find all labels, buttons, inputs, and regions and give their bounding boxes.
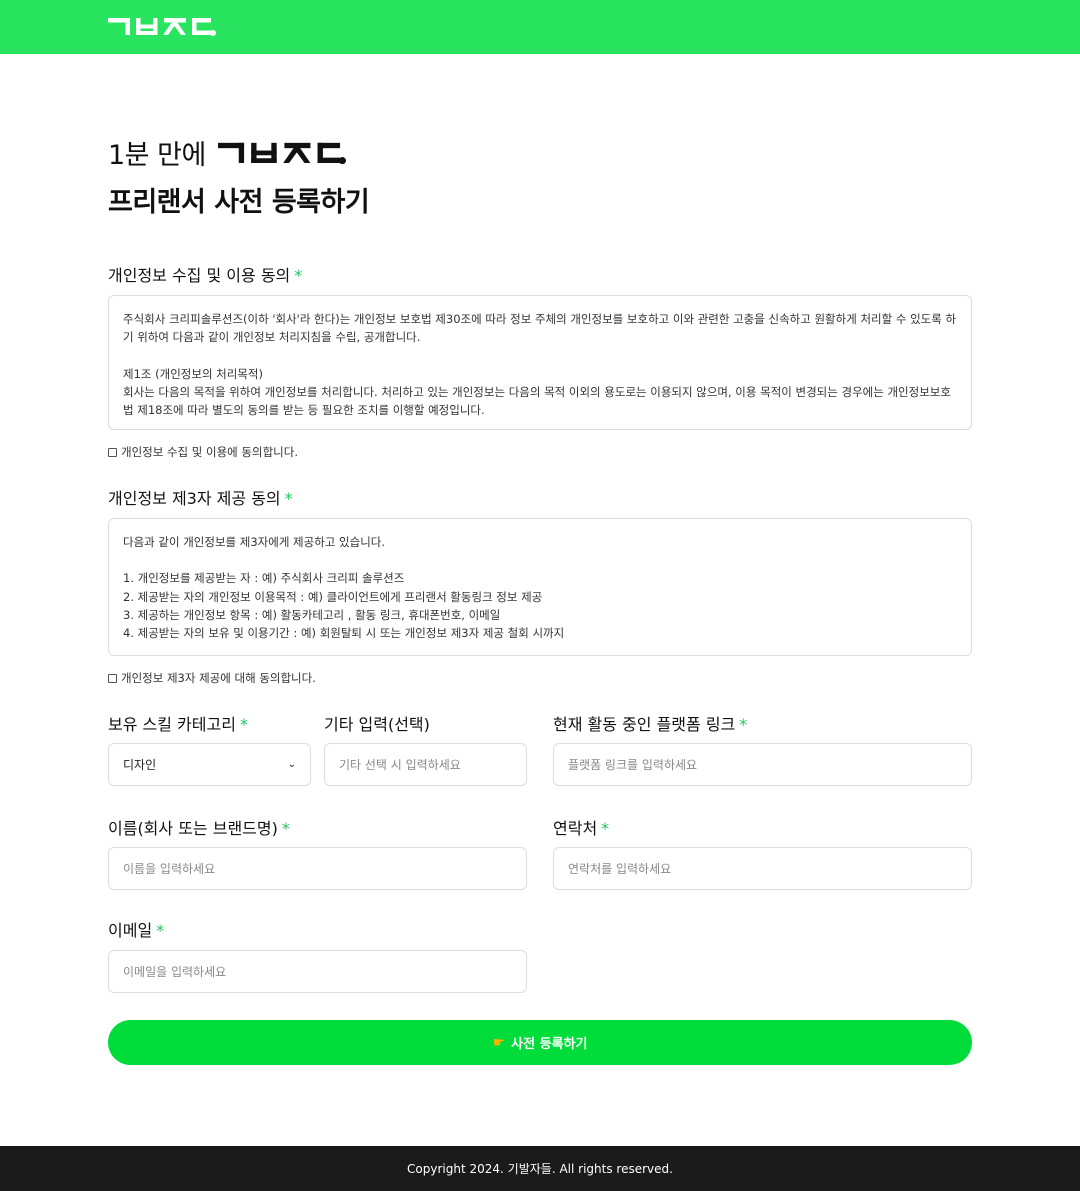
- other-input-label-text: 기타 입력(선택): [324, 715, 430, 734]
- pre-register-button-label: 사전 등록하기: [511, 1037, 588, 1052]
- privacy-policy-text[interactable]: 주식회사 크리피솔루션즈(이하 '회사'라 한다)는 개인정보 보호법 제30조…: [108, 295, 972, 430]
- third-party-consent-checkbox-row[interactable]: 개인정보 제3자 제공에 대해 동의합니다.: [108, 670, 316, 686]
- copyright-text: Copyright 2024. 기발자들. All rights reserve…: [407, 1162, 673, 1176]
- skill-category-select[interactable]: 디자인 ⌄: [108, 743, 311, 786]
- third-party-policy-text[interactable]: 다음과 같이 개인정보를 제3자에게 제공하고 있습니다. 1. 개인정보를 제…: [108, 518, 972, 656]
- privacy-consent-title: 개인정보 수집 및 이용 동의 *: [108, 262, 302, 286]
- platform-link-field[interactable]: 플랫폼 링크를 입력하세요: [553, 743, 972, 786]
- contact-label: 연락처 *: [553, 815, 609, 839]
- privacy-consent-title-text: 개인정보 수집 및 이용 동의: [108, 266, 291, 285]
- skill-category-selected: 디자인: [123, 758, 157, 772]
- headline-line1: 1분 만에: [108, 134, 972, 171]
- platform-link-label-text: 현재 활동 중인 플랫폼 링크: [553, 715, 736, 734]
- third-party-consent-checkbox-label[interactable]: 개인정보 제3자 제공에 대해 동의합니다.: [121, 670, 316, 686]
- other-input-field[interactable]: 기타 선택 시 입력하세요: [324, 743, 527, 786]
- top-bar: [0, 0, 1080, 54]
- skill-category-label-text: 보유 스킬 카테고리: [108, 715, 236, 734]
- required-mark: *: [281, 819, 290, 838]
- name-label-text: 이름(회사 또는 브랜드명): [108, 819, 278, 838]
- third-party-consent-title-text: 개인정보 제3자 제공 동의: [108, 489, 281, 508]
- privacy-consent-checkbox[interactable]: [108, 447, 117, 457]
- pre-register-button[interactable]: ☛ 사전 등록하기: [108, 1020, 972, 1065]
- email-field[interactable]: 이메일을 입력하세요: [108, 950, 527, 993]
- required-mark: *: [239, 715, 248, 734]
- email-label-text: 이메일: [108, 921, 153, 940]
- brand-logo[interactable]: [108, 16, 216, 38]
- third-party-consent-title: 개인정보 제3자 제공 동의 *: [108, 485, 293, 509]
- headline-title: 프리랜서 사전 등록하기: [108, 187, 370, 218]
- platform-link-label: 현재 활동 중인 플랫폼 링크 *: [553, 711, 747, 735]
- email-label: 이메일 *: [108, 917, 164, 941]
- other-input-label: 기타 입력(선택): [324, 711, 430, 735]
- headline-logo: [217, 142, 346, 164]
- contact-label-text: 연락처: [553, 819, 598, 838]
- headline: 1분 만에 프리랜서 사전 등록하기: [108, 134, 972, 219]
- pointing-hand-icon: ☛: [492, 1034, 506, 1051]
- headline-prefix: 1분 만에: [108, 139, 206, 171]
- required-mark: *: [294, 266, 303, 285]
- contact-field[interactable]: 연락처를 입력하세요: [553, 847, 972, 890]
- name-field[interactable]: 이름을 입력하세요: [108, 847, 527, 890]
- required-mark: *: [601, 819, 610, 838]
- required-mark: *: [156, 921, 165, 940]
- privacy-consent-checkbox-row[interactable]: 개인정보 수집 및 이용에 동의합니다.: [108, 444, 298, 460]
- privacy-consent-checkbox-label[interactable]: 개인정보 수집 및 이용에 동의합니다.: [121, 444, 298, 460]
- skill-category-label: 보유 스킬 카테고리 *: [108, 711, 248, 735]
- name-label: 이름(회사 또는 브랜드명) *: [108, 815, 290, 839]
- third-party-consent-checkbox[interactable]: [108, 673, 117, 683]
- chevron-down-icon: ⌄: [287, 759, 296, 770]
- required-mark: *: [284, 489, 293, 508]
- footer: Copyright 2024. 기발자들. All rights reserve…: [0, 1146, 1080, 1191]
- required-mark: *: [739, 715, 748, 734]
